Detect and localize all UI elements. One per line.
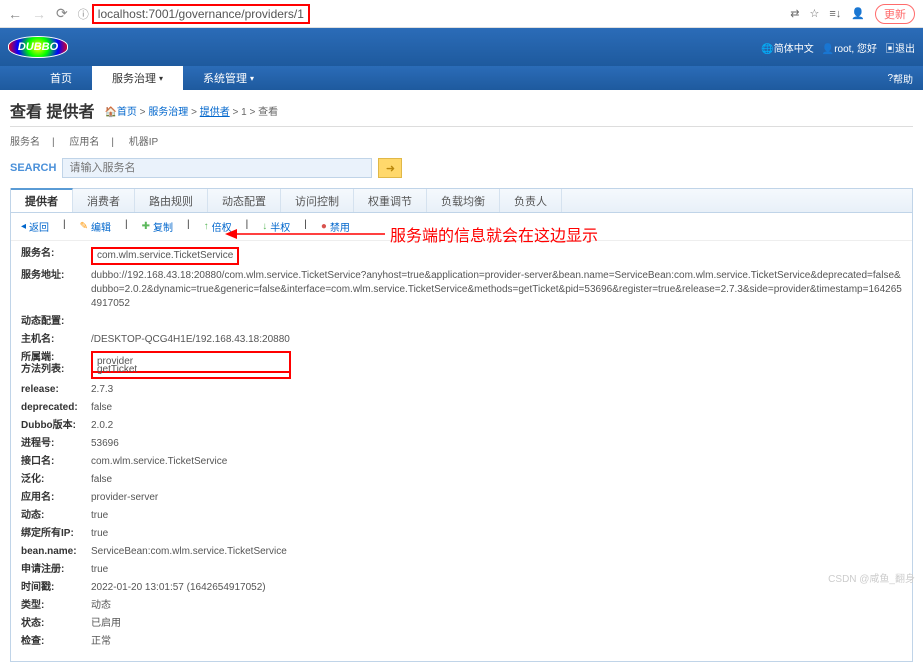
reload-icon[interactable]: ⟳ xyxy=(56,5,68,22)
top-banner: DUBBO 🌐简体中文 👤root, 您好 ▣退出 xyxy=(0,28,923,66)
lbl-bean: bean.name: xyxy=(21,545,91,559)
tab-dyncfg[interactable]: 动态配置 xyxy=(208,189,281,212)
lbl-pid: 进程号: xyxy=(21,437,91,451)
breadcrumb: 🏠首页 > 服务治理 > 提供者 > 1 > 查看 xyxy=(104,103,278,118)
tab-route[interactable]: 路由规则 xyxy=(135,189,208,212)
nav-system[interactable]: 系统管理▾ xyxy=(183,66,274,90)
back-icon[interactable]: ← xyxy=(8,6,22,22)
search-row: SEARCH ➜ xyxy=(10,154,913,188)
val-dynamic: true xyxy=(91,509,902,523)
browser-bar: ← → ⟳ ⓘ localhost:7001/governance/provid… xyxy=(0,0,923,28)
val-generic: false xyxy=(91,473,902,487)
tab-consumer[interactable]: 消费者 xyxy=(73,189,135,212)
val-app: provider-server xyxy=(91,491,902,505)
logout-link[interactable]: ▣退出 xyxy=(885,40,915,55)
crumb-gov[interactable]: 服务治理 xyxy=(148,107,188,118)
tab-access[interactable]: 访问控制 xyxy=(281,189,354,212)
nav-home[interactable]: 首页 xyxy=(30,66,92,90)
lbl-time: 时间戳: xyxy=(21,581,91,595)
val-dubbo: 2.0.2 xyxy=(91,419,902,433)
val-release: 2.7.3 xyxy=(91,383,902,397)
lbl-app: 应用名: xyxy=(21,491,91,505)
tabs: 提供者 消费者 路由规则 动态配置 访问控制 权重调节 负载均衡 负责人 xyxy=(11,189,912,213)
lbl-interface: 接口名: xyxy=(21,455,91,469)
tab-owner[interactable]: 负责人 xyxy=(500,189,562,212)
lbl-deprecated: deprecated: xyxy=(21,401,91,415)
star-icon[interactable]: ☆ xyxy=(810,7,820,20)
url-bar[interactable]: ⓘ localhost:7001/governance/providers/1 xyxy=(78,4,781,24)
nav-bar: 首页 服务治理▾ 系统管理▾ ?帮助 xyxy=(0,66,923,90)
chevron-down-icon: ▾ xyxy=(159,74,163,83)
reader-icon[interactable]: ≡↓ xyxy=(829,8,841,20)
chevron-down-icon: ▾ xyxy=(250,74,254,83)
action-edit[interactable]: ✎编辑 xyxy=(80,219,111,234)
watermark: CSDN @咸鱼_翻身 xyxy=(828,570,915,585)
val-pid: 53696 xyxy=(91,437,902,451)
page-title: 查看 提供者 xyxy=(10,98,94,122)
lang-switch[interactable]: 🌐简体中文 xyxy=(761,40,813,55)
lbl-service: 服务名: xyxy=(21,247,91,265)
lbl-type: 类型: xyxy=(21,599,91,613)
lbl-url: 服务地址: xyxy=(21,269,91,311)
val-time: 2022-01-20 13:01:57 (1642654917052) xyxy=(91,581,902,595)
val-type: 动态 xyxy=(91,599,902,613)
browser-right-icons: ⇄ ☆ ≡↓ 👤 更新 xyxy=(790,4,915,24)
val-register: true xyxy=(91,563,902,577)
lbl-check: 检查: xyxy=(21,635,91,649)
crumb-prov[interactable]: 提供者 xyxy=(200,107,230,118)
annotation-arrow xyxy=(225,226,385,242)
crumb-id: 1 xyxy=(241,107,247,118)
crumb-view: 查看 xyxy=(258,107,278,118)
filter-app[interactable]: 应用名 xyxy=(69,137,99,148)
nav-service[interactable]: 服务治理▾ xyxy=(92,66,183,90)
nav-help[interactable]: ?帮助 xyxy=(887,66,923,90)
action-back[interactable]: ◂返回 xyxy=(21,219,49,234)
lbl-dubbo: Dubbo版本: xyxy=(21,419,91,433)
annotation-text: 服务端的信息就会在这边显示 xyxy=(390,222,598,246)
translate-icon[interactable]: ⇄ xyxy=(790,7,799,20)
url-text: localhost:7001/governance/providers/1 xyxy=(92,4,310,24)
val-interface: com.wlm.service.TicketService xyxy=(91,455,902,469)
val-check: 正常 xyxy=(91,635,902,649)
detail-table: 服务名:com.wlm.service.TicketService 服务地址:d… xyxy=(11,241,912,661)
filter-service[interactable]: 服务名 xyxy=(10,137,40,148)
page-header: 查看 提供者 🏠首页 > 服务治理 > 提供者 > 1 > 查看 xyxy=(10,90,913,127)
update-button[interactable]: 更新 xyxy=(875,4,915,24)
search-button[interactable]: ➜ xyxy=(378,158,402,178)
lbl-dyncfg: 动态配置: xyxy=(21,315,91,329)
lbl-bindip: 绑定所有IP: xyxy=(21,527,91,541)
crumb-home[interactable]: 首页 xyxy=(117,107,137,118)
search-label: SEARCH xyxy=(10,162,56,174)
panel: 提供者 消费者 路由规则 动态配置 访问控制 权重调节 负载均衡 负责人 ◂返回… xyxy=(10,188,913,662)
tab-weight[interactable]: 权重调节 xyxy=(354,189,427,212)
val-deprecated: false xyxy=(91,401,902,415)
val-host: /DESKTOP-QCG4H1E/192.168.43.18:20880 xyxy=(91,333,902,347)
val-service: com.wlm.service.TicketService xyxy=(91,247,239,265)
action-copy[interactable]: ✚复制 xyxy=(142,219,173,234)
val-methods: getTicket xyxy=(91,363,291,379)
forward-icon[interactable]: → xyxy=(32,6,46,22)
val-dyncfg xyxy=(91,315,902,329)
val-bindip: true xyxy=(91,527,902,541)
lbl-dynamic: 动态: xyxy=(21,509,91,523)
user-greeting: 👤root, 您好 xyxy=(822,40,877,55)
lbl-generic: 泛化: xyxy=(21,473,91,487)
val-url: dubbo://192.168.43.18:20880/com.wlm.serv… xyxy=(91,269,902,311)
tab-provider[interactable]: 提供者 xyxy=(11,188,73,212)
lbl-status: 状态: xyxy=(21,617,91,631)
tab-balance[interactable]: 负载均衡 xyxy=(427,189,500,212)
lbl-methods: 方法列表: xyxy=(21,363,91,379)
search-input[interactable] xyxy=(62,158,372,178)
profile-icon[interactable]: 👤 xyxy=(851,7,865,20)
val-status: 已启用 xyxy=(91,617,902,631)
lbl-host: 主机名: xyxy=(21,333,91,347)
filter-row: 服务名| 应用名| 机器IP xyxy=(10,127,913,154)
lbl-release: release: xyxy=(21,383,91,397)
val-bean: ServiceBean:com.wlm.service.TicketServic… xyxy=(91,545,902,559)
filter-ip[interactable]: 机器IP xyxy=(129,137,158,148)
logo[interactable]: DUBBO xyxy=(8,36,68,58)
lbl-register: 申请注册: xyxy=(21,563,91,577)
